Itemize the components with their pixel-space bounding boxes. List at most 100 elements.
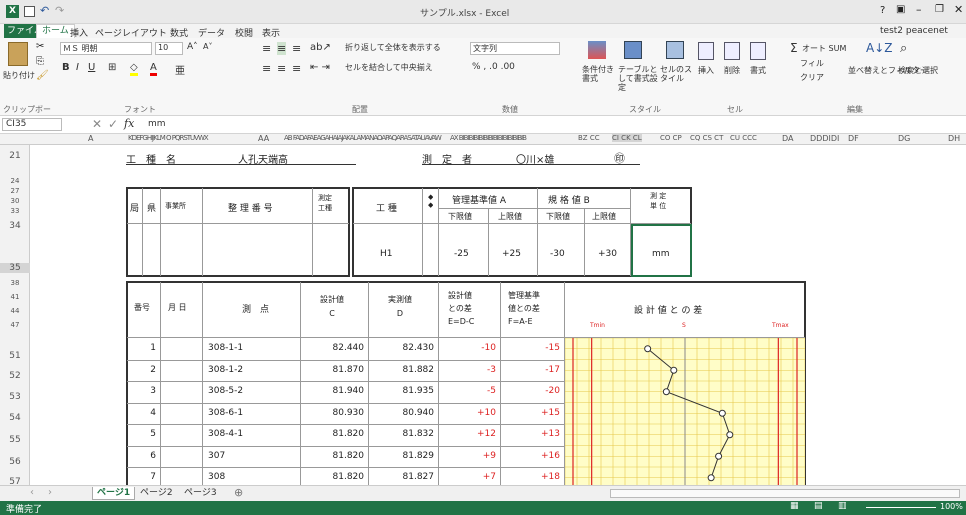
- number-format-select[interactable]: 文字列: [470, 42, 560, 55]
- col-header[interactable]: DH: [948, 134, 960, 143]
- add-sheet-icon[interactable]: ⊕: [234, 486, 243, 499]
- delete-cells-button[interactable]: 削除: [724, 65, 740, 76]
- next-sheet-icon[interactable]: ›: [48, 487, 52, 498]
- cell-styles-icon[interactable]: [666, 41, 684, 59]
- orientation-button[interactable]: ab↗: [310, 42, 331, 53]
- row-header[interactable]: 35: [0, 263, 30, 273]
- format-cells-icon[interactable]: [750, 42, 766, 60]
- name-box[interactable]: CI35: [2, 118, 62, 131]
- help-button[interactable]: ?: [880, 5, 885, 16]
- sheet-tab-2[interactable]: ページ2: [136, 487, 177, 500]
- minimize-button[interactable]: –: [916, 3, 922, 16]
- align-middle-button[interactable]: ≡: [277, 42, 287, 55]
- row-header[interactable]: 21: [0, 151, 30, 161]
- table-format-button[interactable]: テーブルとして書式設定: [618, 65, 658, 92]
- italic-button[interactable]: I: [76, 62, 79, 73]
- wrap-text-button[interactable]: 折り返して全体を表示する: [345, 42, 441, 53]
- col-header[interactable]: CO CP: [660, 134, 682, 142]
- align-center-button[interactable]: ≡: [277, 62, 286, 75]
- row-header[interactable]: 34: [0, 221, 30, 231]
- col-header[interactable]: KDEFGHIJKLM O PQRSTUVWX: [128, 134, 209, 142]
- selected-cell[interactable]: [631, 224, 692, 277]
- row-header[interactable]: 54: [0, 413, 30, 423]
- prev-sheet-icon[interactable]: ‹: [30, 487, 34, 498]
- col-header[interactable]: BZ CC: [578, 134, 600, 142]
- col-header[interactable]: DF: [848, 134, 859, 143]
- find-select-button[interactable]: 検索と選択: [898, 65, 938, 76]
- insert-cells-icon[interactable]: [698, 42, 714, 60]
- formula-input[interactable]: mm: [148, 119, 958, 131]
- page-layout-view-icon[interactable]: ▤: [814, 501, 823, 511]
- row-header[interactable]: 24: [0, 177, 30, 185]
- paste-button[interactable]: 貼り付け: [3, 70, 35, 81]
- autosum-button[interactable]: オート SUM: [802, 43, 846, 54]
- horizontal-scrollbar[interactable]: [610, 489, 960, 498]
- copy-icon[interactable]: ⎘: [36, 56, 44, 67]
- number-format-buttons[interactable]: % , .0 .00: [472, 62, 515, 72]
- font-color-button[interactable]: A: [150, 62, 157, 76]
- col-header[interactable]: CI CK CL: [612, 134, 642, 142]
- shrink-font-button[interactable]: A˅: [203, 42, 212, 51]
- worksheet[interactable]: 工 種 名 人孔天端高 測 定 者 〇川×雄 ㊞ 局 県 事業所 整 理 番 号…: [30, 145, 966, 485]
- conditional-format-icon[interactable]: [588, 41, 606, 59]
- col-header[interactable]: DG: [898, 134, 910, 143]
- col-header[interactable]: DDDIDI: [810, 134, 839, 143]
- cancel-icon[interactable]: ✕: [92, 117, 102, 131]
- row-header[interactable]: 38: [0, 279, 30, 287]
- align-left-button[interactable]: ≡: [262, 62, 271, 75]
- sort-icon[interactable]: A↓Z: [866, 41, 892, 55]
- enter-icon[interactable]: ✓: [108, 117, 118, 131]
- col-header[interactable]: CU CCC: [730, 134, 757, 142]
- format-painter-icon[interactable]: 🖌: [36, 70, 49, 81]
- table-format-icon[interactable]: [624, 41, 642, 59]
- insert-function-icon[interactable]: fx: [124, 117, 134, 130]
- col-header[interactable]: A: [88, 134, 93, 143]
- close-button[interactable]: ✕: [954, 3, 963, 16]
- row-header[interactable]: 51: [0, 351, 30, 361]
- col-header[interactable]: CQ CS CT: [690, 134, 723, 142]
- borders-button[interactable]: ⊞: [108, 62, 116, 73]
- col-header[interactable]: AB FADAFAEAGAHAIAJAKALAMANAOAPAQARASATAU…: [284, 134, 442, 142]
- row-header[interactable]: 44: [0, 307, 30, 315]
- indent-button[interactable]: ⇤ ⇥: [310, 62, 330, 73]
- normal-view-icon[interactable]: ▦: [790, 501, 799, 511]
- row-header[interactable]: 30: [0, 197, 30, 205]
- conditional-format-button[interactable]: 条件付き書式: [582, 65, 616, 83]
- sheet-tab-1[interactable]: ページ1: [92, 487, 136, 500]
- page-break-view-icon[interactable]: ▥: [838, 501, 847, 511]
- zoom-slider[interactable]: [866, 507, 936, 508]
- cut-icon[interactable]: ✂: [36, 41, 44, 52]
- binoculars-icon[interactable]: ⌕: [900, 41, 907, 56]
- row-header[interactable]: 52: [0, 371, 30, 381]
- font-name-select[interactable]: ＭＳ 明朝: [60, 42, 152, 55]
- grow-font-button[interactable]: A˄: [187, 42, 198, 52]
- row-header[interactable]: 55: [0, 435, 30, 445]
- undo-icon[interactable]: ↶: [40, 4, 49, 17]
- merge-center-button[interactable]: セルを結合して中央揃え: [345, 62, 433, 73]
- ribbon-display-icon[interactable]: ▣: [896, 4, 905, 15]
- clear-button[interactable]: クリア: [800, 72, 824, 83]
- col-header[interactable]: DA: [782, 134, 794, 143]
- sheet-tab-3[interactable]: ページ3: [180, 487, 221, 500]
- sigma-icon[interactable]: Σ: [790, 41, 798, 55]
- tab-home[interactable]: ホーム: [36, 24, 75, 38]
- restore-button[interactable]: ❐: [935, 4, 944, 15]
- underline-button[interactable]: U: [88, 62, 95, 73]
- paste-icon[interactable]: [8, 42, 28, 66]
- align-top-button[interactable]: ≡: [262, 42, 271, 55]
- format-cells-button[interactable]: 書式: [750, 65, 766, 76]
- row-header[interactable]: 53: [0, 392, 30, 402]
- font-size-select[interactable]: 10: [155, 42, 183, 55]
- zoom-level[interactable]: 100%: [940, 502, 963, 511]
- row-header[interactable]: 47: [0, 321, 30, 329]
- save-icon[interactable]: [24, 6, 35, 17]
- account-name[interactable]: test2 peacenet: [880, 26, 948, 36]
- fill-button[interactable]: フィル: [800, 58, 824, 69]
- align-right-button[interactable]: ≡: [292, 62, 301, 75]
- align-bottom-button[interactable]: ≡: [292, 42, 301, 55]
- row-header[interactable]: 56: [0, 457, 30, 467]
- row-header[interactable]: 33: [0, 207, 30, 215]
- col-header[interactable]: AA: [258, 134, 269, 143]
- row-header[interactable]: 27: [0, 187, 30, 195]
- col-header[interactable]: AX BIBIBIBIBIBIBIBIBIBIBIBIBIB: [450, 134, 527, 142]
